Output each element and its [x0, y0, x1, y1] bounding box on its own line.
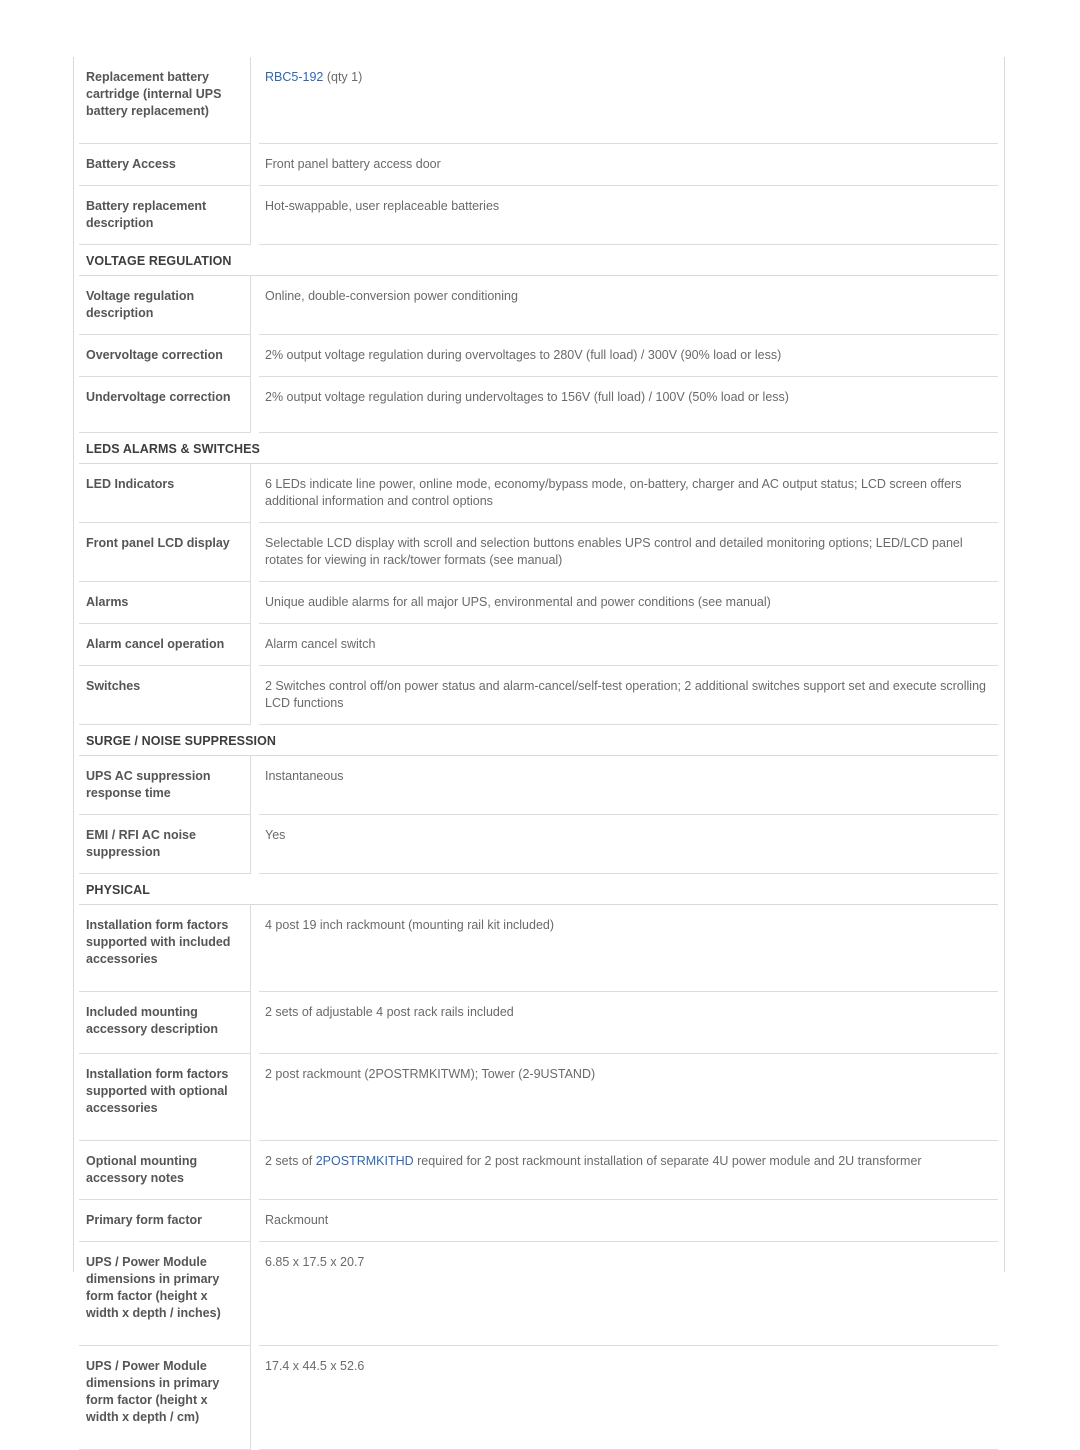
- spec-value: RBC5-192 (qty 1): [259, 57, 998, 144]
- spec-row: Undervoltage correction 2% output voltage…: [79, 377, 998, 433]
- spec-label: Front panel LCD display: [79, 523, 251, 582]
- spec-label: Battery Access: [79, 144, 251, 186]
- section-header-row: VOLTAGE REGULATION: [79, 245, 998, 276]
- spec-row: Optional mounting accessory notes 2 sets …: [79, 1141, 998, 1200]
- column-gap: [251, 276, 259, 335]
- column-gap: [251, 144, 259, 186]
- spec-label: UPS / Power Module dimensions in primary…: [79, 1242, 251, 1346]
- spec-value: 4 post 19 inch rackmount (mounting rail …: [259, 905, 998, 992]
- spec-label: LED Indicators: [79, 464, 251, 523]
- spec-row: Included mounting accessory description 2…: [79, 992, 998, 1054]
- spec-value: 2 Switches control off/on power status a…: [259, 666, 998, 725]
- spec-label: Voltage regulation description: [79, 276, 251, 335]
- spec-label: Included mounting accessory description: [79, 992, 251, 1054]
- spec-value: Instantaneous: [259, 756, 998, 815]
- spec-value: 2 sets of adjustable 4 post rack rails i…: [259, 992, 998, 1054]
- spec-row: Replacement battery cartridge (internal …: [79, 57, 998, 144]
- column-gap: [251, 57, 259, 144]
- column-gap: [251, 1054, 259, 1141]
- spec-label: Overvoltage correction: [79, 335, 251, 377]
- spec-label: Battery replacement description: [79, 186, 251, 245]
- column-gap: [251, 377, 259, 433]
- spec-value: Unique audible alarms for all major UPS,…: [259, 582, 998, 624]
- spec-label: Primary form factor: [79, 1200, 251, 1242]
- spec-label: Switches: [79, 666, 251, 725]
- table-left-rule: [73, 57, 74, 1272]
- spec-value: Alarm cancel switch: [259, 624, 998, 666]
- spec-value-suffix: required for 2 post rackmount installati…: [413, 1154, 922, 1168]
- spec-row: Voltage regulation description Online, do…: [79, 276, 998, 335]
- spec-label: Installation form factors supported with…: [79, 905, 251, 992]
- section-header-row: LEDS ALARMS & SWITCHES: [79, 433, 998, 464]
- spec-value: Online, double-conversion power conditio…: [259, 276, 998, 335]
- column-gap: [251, 1141, 259, 1200]
- spec-label: Undervoltage correction: [79, 377, 251, 433]
- spec-value: Hot-swappable, user replaceable batterie…: [259, 186, 998, 245]
- spec-value: Front panel battery access door: [259, 144, 998, 186]
- spec-value: 2% output voltage regulation during over…: [259, 335, 998, 377]
- spec-row: UPS / Power Module dimensions in primary…: [79, 1346, 998, 1450]
- spec-label: UPS AC suppression response time: [79, 756, 251, 815]
- spec-row: Battery replacement description Hot-swapp…: [79, 186, 998, 245]
- spec-value: 2 sets of 2POSTRMKITHD required for 2 po…: [259, 1141, 998, 1200]
- specification-table: Replacement battery cartridge (internal …: [79, 57, 998, 1450]
- spec-row: Front panel LCD display Selectable LCD di…: [79, 523, 998, 582]
- spec-value: Yes: [259, 815, 998, 874]
- column-gap: [251, 992, 259, 1054]
- column-gap: [251, 1242, 259, 1346]
- spec-row: UPS / Power Module dimensions in primary…: [79, 1242, 998, 1346]
- spec-row: Installation form factors supported with…: [79, 905, 998, 992]
- spec-row: UPS AC suppression response time Instanta…: [79, 756, 998, 815]
- spec-label: EMI / RFI AC noise suppression: [79, 815, 251, 874]
- spec-label: Alarm cancel operation: [79, 624, 251, 666]
- spec-value-link[interactable]: RBC5-192: [265, 70, 323, 84]
- spec-row: Battery Access Front panel battery access…: [79, 144, 998, 186]
- spec-value: 17.4 x 44.5 x 52.6: [259, 1346, 998, 1450]
- column-gap: [251, 905, 259, 992]
- column-gap: [251, 335, 259, 377]
- column-gap: [251, 666, 259, 725]
- column-gap: [251, 582, 259, 624]
- spec-value: Rackmount: [259, 1200, 998, 1242]
- column-gap: [251, 1346, 259, 1450]
- spec-row: EMI / RFI AC noise suppression Yes: [79, 815, 998, 874]
- spec-label: Replacement battery cartridge (internal …: [79, 57, 251, 144]
- column-gap: [251, 624, 259, 666]
- spec-value-prefix: 2 sets of: [265, 1154, 316, 1168]
- spec-row: Installation form factors supported with…: [79, 1054, 998, 1141]
- spec-value-suffix: (qty 1): [323, 70, 363, 84]
- column-gap: [251, 464, 259, 523]
- section-header-row: PHYSICAL: [79, 874, 998, 905]
- spec-row: LED Indicators 6 LEDs indicate line power…: [79, 464, 998, 523]
- spec-row: Overvoltage correction 2% output voltage …: [79, 335, 998, 377]
- table-right-rule: [1004, 57, 1005, 1272]
- spec-row: Alarms Unique audible alarms for all majo…: [79, 582, 998, 624]
- spec-label: Optional mounting accessory notes: [79, 1141, 251, 1200]
- column-gap: [251, 756, 259, 815]
- section-title: LEDS ALARMS & SWITCHES: [86, 442, 260, 456]
- spec-row: Alarm cancel operation Alarm cancel switc…: [79, 624, 998, 666]
- page: Replacement battery cartridge (internal …: [0, 0, 1080, 1450]
- spec-value: 6 LEDs indicate line power, online mode,…: [259, 464, 998, 523]
- spec-row: Primary form factor Rackmount: [79, 1200, 998, 1242]
- section-title: SURGE / NOISE SUPPRESSION: [86, 734, 277, 748]
- spec-value: Selectable LCD display with scroll and s…: [259, 523, 998, 582]
- column-gap: [251, 1200, 259, 1242]
- column-gap: [251, 815, 259, 874]
- spec-value: 2 post rackmount (2POSTRMKITWM); Tower (…: [259, 1054, 998, 1141]
- spec-label: Alarms: [79, 582, 251, 624]
- spec-value: 2% output voltage regulation during unde…: [259, 377, 998, 433]
- section-header-row: SURGE / NOISE SUPPRESSION: [79, 725, 998, 756]
- spec-row: Switches 2 Switches control off/on power …: [79, 666, 998, 725]
- spec-value: 6.85 x 17.5 x 20.7: [259, 1242, 998, 1346]
- spec-label: Installation form factors supported with…: [79, 1054, 251, 1141]
- column-gap: [251, 523, 259, 582]
- spec-value-link[interactable]: 2POSTRMKITHD: [316, 1154, 414, 1168]
- column-gap: [251, 186, 259, 245]
- spec-label: UPS / Power Module dimensions in primary…: [79, 1346, 251, 1450]
- section-title: VOLTAGE REGULATION: [86, 254, 232, 268]
- section-title: PHYSICAL: [86, 883, 151, 897]
